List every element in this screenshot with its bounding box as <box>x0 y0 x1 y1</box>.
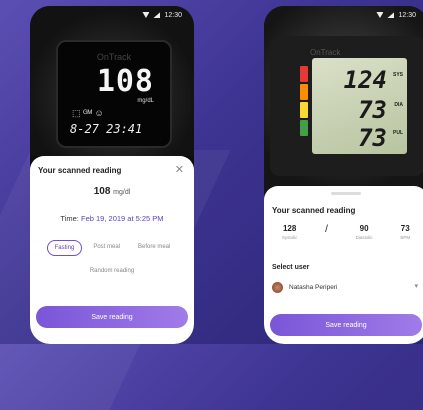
separator: / <box>325 224 328 235</box>
camera-view: OnTrack 124 SYS 73 DIA 73 PUL <box>264 6 423 196</box>
pul-label: PUL <box>393 130 403 136</box>
save-reading-button[interactable]: Save reading <box>36 306 188 328</box>
device-icons: ⬚ ᴳᴹ ☺ <box>72 108 104 118</box>
sheet-title: Your scanned reading <box>272 206 356 215</box>
device-unit: mg/dL <box>137 98 154 104</box>
chip-post-meal[interactable]: Post meal <box>86 240 127 256</box>
bpm-value: 73 <box>400 224 410 233</box>
signal-icon <box>387 12 395 18</box>
avatar <box>272 282 283 293</box>
diastolic-value: 90 <box>359 224 369 233</box>
diastolic-col: 90 Diastolic <box>356 224 373 240</box>
dia-label: DIA <box>394 102 403 108</box>
dia-value: 73 <box>358 96 387 124</box>
sys-label: SYS <box>392 72 403 78</box>
meal-chips: Fasting Post meal Before meal <box>30 240 194 256</box>
bp-indicator-bars <box>300 66 308 136</box>
reading-sheet: Your scanned reading ✕ 108 mg/dl Time: F… <box>30 156 194 344</box>
device-time: 8-27 23:41 <box>70 122 143 136</box>
chevron-down-icon[interactable]: ▾ <box>414 282 418 290</box>
systolic-col: 128 Systolic <box>282 224 298 240</box>
pul-value: 73 <box>358 124 387 152</box>
wifi-icon <box>376 12 384 18</box>
reading-value: 108 <box>93 186 111 197</box>
sheet-title: Your scanned reading <box>38 166 122 175</box>
sheet-handle[interactable] <box>331 192 361 195</box>
bp-monitor: OnTrack 124 SYS 73 DIA 73 PUL <box>270 36 423 176</box>
save-reading-button[interactable]: Save reading <box>270 314 422 336</box>
select-user-label: Select user <box>272 264 310 271</box>
signal-icon <box>153 12 161 18</box>
status-bar: 12:30 <box>264 6 423 24</box>
close-icon[interactable]: ✕ <box>175 163 184 176</box>
scanned-reading: 108 mg/dl <box>30 186 194 197</box>
user-selector[interactable]: Natasha Periperi <box>272 282 337 293</box>
status-time: 12:30 <box>164 11 182 19</box>
chip-before-meal[interactable]: Before meal <box>131 240 177 256</box>
bpm-col: 73 BPM <box>400 224 410 240</box>
chip-random-reading[interactable]: Random reading <box>30 264 194 278</box>
chip-fasting[interactable]: Fasting <box>46 240 83 256</box>
status-time: 12:30 <box>398 11 416 19</box>
device-brand: OnTrack <box>310 48 341 57</box>
status-bar: 12:30 <box>30 6 194 24</box>
bpm-label: BPM <box>400 235 411 240</box>
time-value[interactable]: Feb 19, 2019 at 5:25 PM <box>81 214 164 223</box>
systolic-label: Systolic <box>281 235 298 240</box>
wifi-icon <box>142 12 150 18</box>
device-reading: 108 <box>96 64 154 99</box>
diastolic-label: Diastolic <box>355 235 373 240</box>
time-label: Time: <box>60 214 79 223</box>
device-brand: OnTrack <box>96 52 132 62</box>
reading-time: Time: Feb 19, 2019 at 5:25 PM <box>30 214 194 223</box>
systolic-value: 128 <box>282 224 297 233</box>
reading-unit: mg/dl <box>113 189 131 196</box>
camera-view: OnTrack 108 mg/dL ⬚ ᴳᴹ ☺ 8-27 23:41 <box>30 6 194 156</box>
reading-sheet: Your scanned reading 128 Systolic / 90 D… <box>264 186 423 344</box>
sys-value: 124 <box>343 66 387 94</box>
lcd-display: 124 SYS 73 DIA 73 PUL <box>312 58 407 154</box>
user-name: Natasha Periperi <box>289 284 338 291</box>
glucose-meter: OnTrack 108 mg/dL ⬚ ᴳᴹ ☺ 8-27 23:41 <box>56 40 172 148</box>
bp-values: 128 Systolic / 90 Diastolic 73 BPM <box>264 224 423 240</box>
phone-blood-pressure: 12:30 OnTrack 124 SYS 73 DIA 73 PUL Your… <box>264 6 423 344</box>
phone-glucose: 12:30 OnTrack 108 mg/dL ⬚ ᴳᴹ ☺ 8-27 23:4… <box>30 6 194 344</box>
